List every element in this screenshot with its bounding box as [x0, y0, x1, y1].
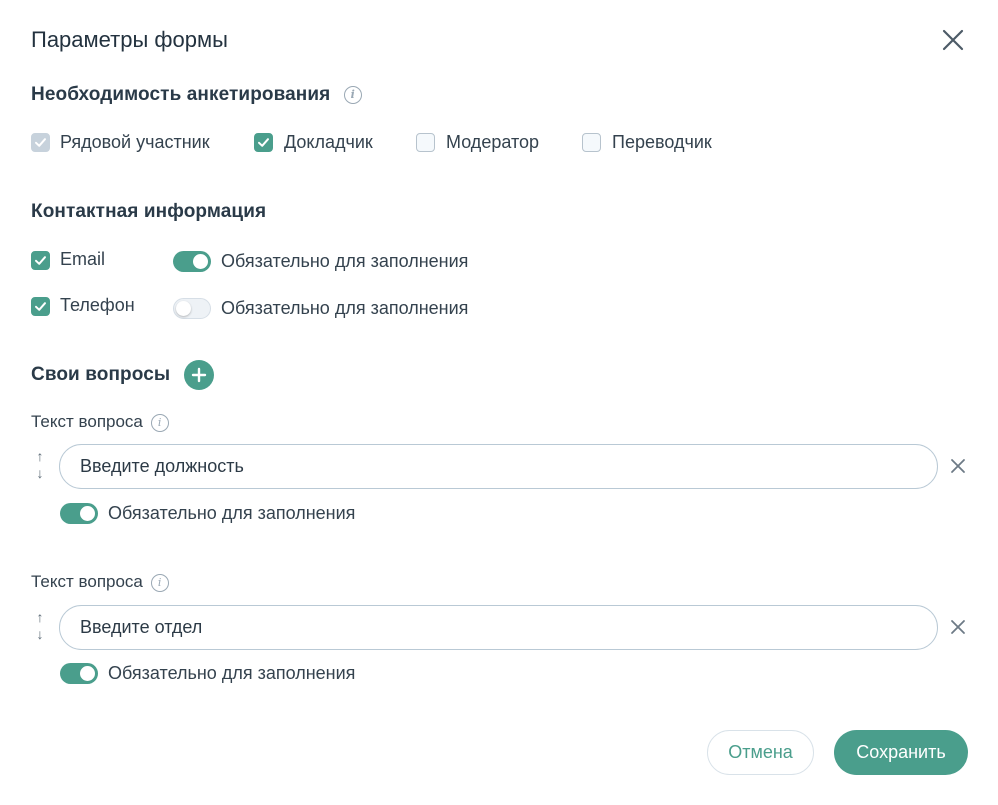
checkbox-regular-participant: [31, 133, 50, 152]
toggle-label: Обязательно для заполнения: [108, 503, 356, 523]
checkbox-label: Рядовой участник: [60, 132, 210, 152]
check-icon: [35, 256, 46, 265]
survey-section-title-text: Необходимость анкетирования: [31, 84, 331, 105]
toggle-label: Обязательно для заполнения: [108, 663, 356, 683]
toggle-label: Обязательно для заполнения: [221, 298, 469, 318]
checkbox-label[interactable]: Email: [60, 249, 105, 270]
toggle-knob: [80, 666, 95, 681]
check-icon: [35, 138, 46, 147]
checkbox-translator[interactable]: [582, 133, 601, 152]
question-label-text: Текст вопроса: [31, 412, 143, 431]
checkbox-label[interactable]: Модератор: [446, 132, 539, 153]
reorder-arrows-icon[interactable]: ↑ ↓: [33, 448, 47, 482]
plus-icon: [191, 367, 207, 383]
survey-section-title: Необходимость анкетирования i: [31, 84, 362, 106]
form-settings-dialog: Параметры формы Необходимость анкетирова…: [0, 0, 998, 805]
checkbox-label[interactable]: Телефон: [60, 295, 135, 316]
checkbox-moderator[interactable]: [416, 133, 435, 152]
question-text-input[interactable]: [59, 605, 938, 650]
toggle-knob: [176, 301, 191, 316]
close-icon[interactable]: [939, 26, 967, 54]
checkbox-speaker[interactable]: [254, 133, 273, 152]
toggle-knob: [193, 254, 208, 269]
toggle-label: Обязательно для заполнения: [221, 251, 469, 271]
questions-section-title: Свои вопросы: [31, 364, 171, 385]
email-required-toggle[interactable]: [173, 251, 211, 272]
checkbox-phone[interactable]: [31, 297, 50, 316]
checkbox-label[interactable]: Докладчик: [284, 132, 373, 153]
info-icon[interactable]: i: [150, 573, 169, 592]
info-icon[interactable]: i: [150, 413, 169, 432]
delete-question-icon[interactable]: [949, 457, 967, 475]
check-icon: [258, 138, 269, 147]
checkbox-label[interactable]: Переводчик: [612, 132, 712, 153]
dialog-title: Параметры формы: [31, 27, 228, 52]
delete-question-icon[interactable]: [949, 618, 967, 636]
phone-required-toggle[interactable]: [173, 298, 211, 319]
toggle-knob: [80, 506, 95, 521]
contact-section-title: Контактная информация: [31, 201, 267, 222]
question-label-text: Текст вопроса: [31, 572, 143, 591]
checkbox-email[interactable]: [31, 251, 50, 270]
add-question-button[interactable]: [184, 360, 214, 390]
question-text-input[interactable]: [59, 444, 938, 489]
save-button[interactable]: Сохранить: [834, 730, 968, 775]
cancel-button[interactable]: Отмена: [707, 730, 814, 775]
check-icon: [35, 302, 46, 311]
question-label: Текст вопроса i: [31, 572, 169, 592]
info-icon[interactable]: i: [343, 85, 362, 104]
question-required-toggle[interactable]: [60, 663, 98, 684]
question-required-toggle[interactable]: [60, 503, 98, 524]
reorder-arrows-icon[interactable]: ↑ ↓: [33, 609, 47, 643]
question-label: Текст вопроса i: [31, 412, 169, 432]
